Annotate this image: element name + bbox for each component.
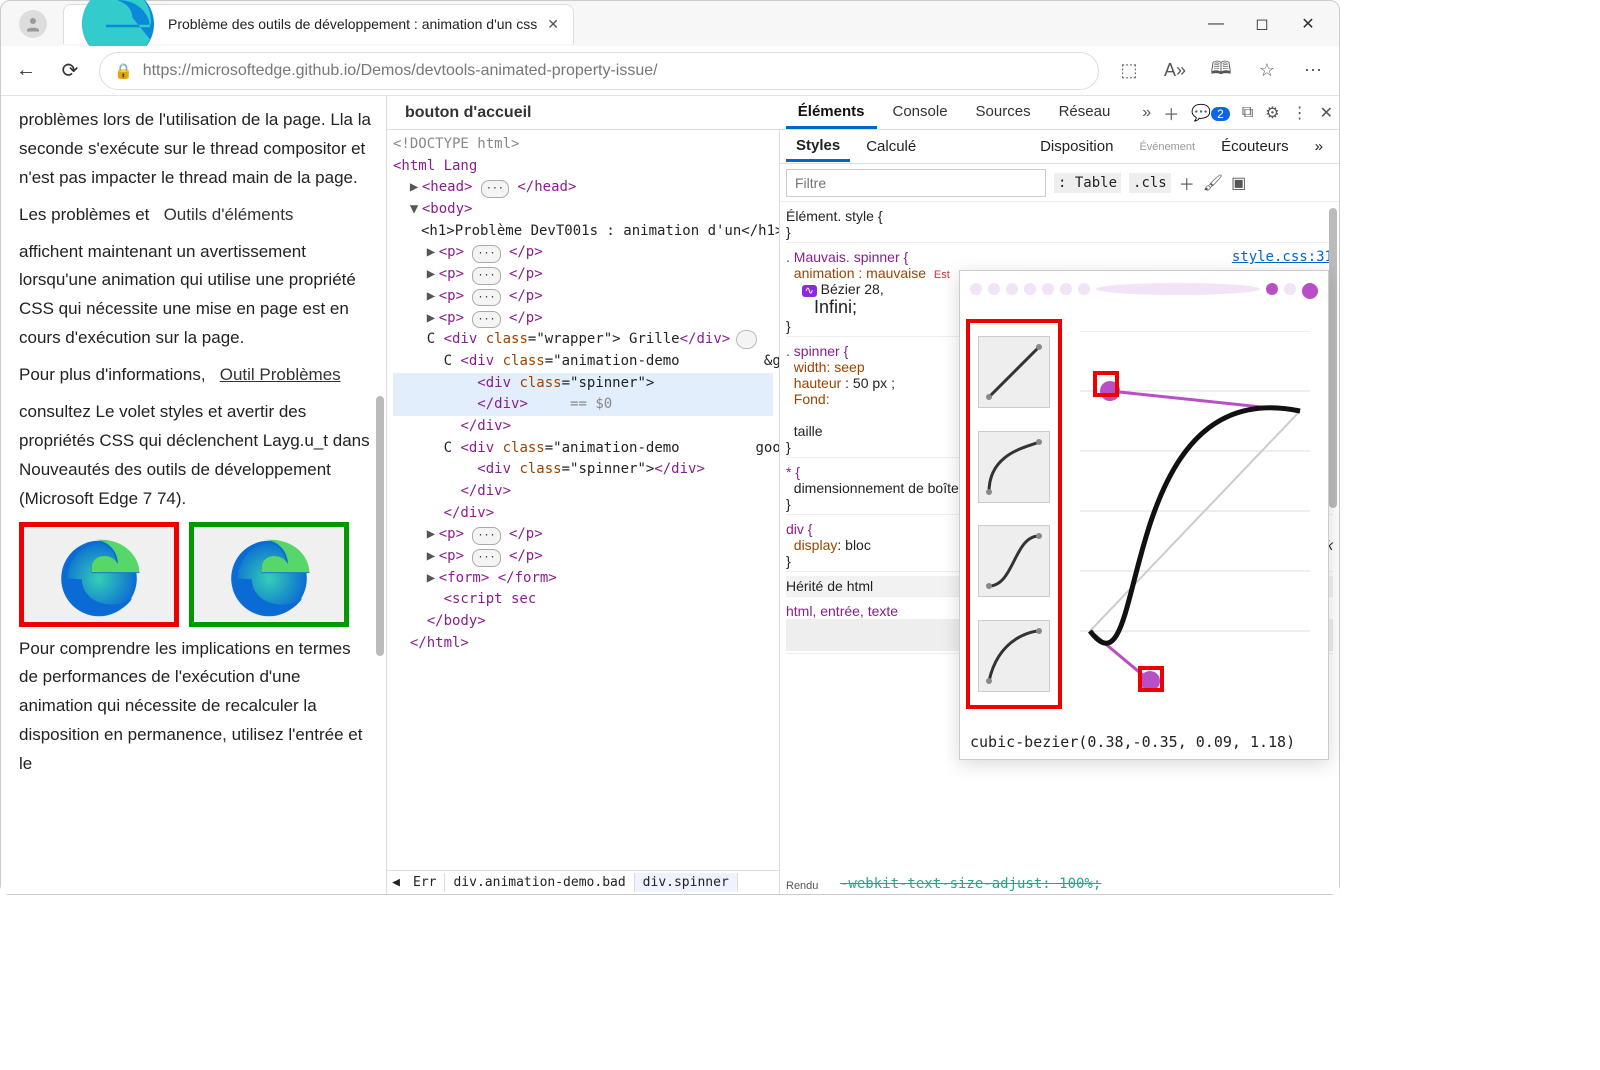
elements-tool-text: Outils d'éléments	[164, 205, 294, 224]
tab-computed[interactable]: Calculé	[856, 133, 926, 160]
refresh-button[interactable]: ⟳	[55, 58, 85, 83]
lock-icon: 🔒	[114, 62, 133, 80]
url-text: https://microsoftedge.github.io/Demos/de…	[143, 62, 658, 80]
page-scrollbar[interactable]	[376, 396, 384, 656]
page-paragraph: Pour plus d'informations, Outil Problème…	[19, 361, 374, 390]
devtools-title: bouton d'accueil	[393, 104, 543, 122]
page-content: problèmes lors de l'utilisation de la pa…	[1, 96, 386, 894]
styles-pane: Styles Calculé Disposition Événement Éco…	[779, 130, 1339, 894]
page-paragraph: problèmes lors de l'utilisation de la pa…	[19, 106, 374, 193]
tab-close-icon[interactable]: ✕	[547, 16, 559, 33]
tab-network[interactable]: Réseau	[1047, 97, 1123, 129]
tab-title: Problème des outils de développement : a…	[168, 16, 537, 32]
tab-sources[interactable]: Sources	[964, 97, 1043, 129]
page-paragraph: Pour comprendre les implications en term…	[19, 635, 374, 779]
tab-styles[interactable]: Styles	[786, 132, 850, 162]
back-button[interactable]: ←	[11, 59, 41, 82]
page-paragraph: Les problèmes et Outils d'éléments	[19, 201, 374, 230]
edge-logo-icon	[54, 529, 144, 619]
url-bar[interactable]: 🔒 https://microsoftedge.github.io/Demos/…	[99, 52, 1099, 90]
tab-elements[interactable]: Éléments	[786, 97, 877, 129]
close-devtools-icon[interactable]: ✕	[1320, 103, 1333, 123]
settings-icon[interactable]: ⚙	[1265, 103, 1279, 123]
dom-breadcrumbs[interactable]: ◀ Err div.animation-demo.bad div.spinner	[387, 870, 779, 894]
tab-listeners[interactable]: Écouteurs	[1211, 133, 1299, 160]
profile-avatar[interactable]	[19, 10, 47, 38]
bezier-preset[interactable]	[978, 620, 1050, 692]
more-tabs-icon[interactable]: »	[1305, 133, 1333, 160]
bezier-handle-highlight	[1093, 371, 1119, 397]
more-icon[interactable]: ⋯	[1297, 60, 1329, 81]
window-minimize-button[interactable]	[1193, 8, 1239, 40]
kebab-icon[interactable]: ⋮	[1292, 103, 1308, 123]
logo-green-box	[189, 522, 349, 627]
brush-icon[interactable]: 🖌	[1203, 173, 1223, 193]
bezier-handle-highlight	[1138, 666, 1164, 692]
dom-tree[interactable]: <!DOCTYPE html> <html Lang ▶<head> ··· <…	[387, 130, 779, 894]
app-icon[interactable]: ⬚	[1113, 60, 1145, 81]
issues-tool-link[interactable]: Outil Problèmes	[220, 365, 341, 384]
toggle-table[interactable]: : Table	[1054, 173, 1121, 193]
titlebar: Problème des outils de développement : a…	[1, 1, 1339, 46]
text-size-icon[interactable]: A»	[1159, 60, 1191, 81]
source-link[interactable]: style.css:31	[1232, 249, 1333, 265]
window-maximize-button[interactable]	[1239, 8, 1285, 40]
bezier-preset[interactable]	[978, 431, 1050, 503]
styles-scrollbar[interactable]	[1329, 208, 1337, 508]
bezier-preview-track	[970, 279, 1318, 309]
new-tab-icon[interactable]: ＋	[1163, 101, 1179, 125]
page-paragraph: consultez Le volet styles et avertir des…	[19, 398, 374, 514]
window-close-button[interactable]	[1285, 8, 1331, 40]
styles-filter-input[interactable]	[786, 169, 1046, 197]
more-tabs-icon[interactable]: »	[1142, 104, 1151, 122]
device-icon[interactable]: ⧉	[1242, 104, 1253, 122]
bezier-preset-group	[966, 319, 1062, 709]
browser-toolbar: ← ⟳ 🔒 https://microsoftedge.github.io/De…	[1, 46, 1339, 96]
page-paragraph: affichent maintenant un avertissement lo…	[19, 238, 374, 354]
tab-console[interactable]: Console	[881, 97, 960, 129]
devtools-panel: bouton d'accueil Éléments Console Source…	[386, 96, 1339, 894]
browser-tab[interactable]: Problème des outils de développement : a…	[63, 4, 574, 44]
bezier-preset[interactable]	[978, 336, 1050, 408]
read-aloud-icon[interactable]: 🕮	[1205, 56, 1237, 86]
bezier-editor[interactable]: cubic-bezier(0.38,-0.35, 0.09, 1.18)	[959, 270, 1329, 760]
issues-icon[interactable]: 💬2	[1191, 103, 1230, 123]
favorite-icon[interactable]: ☆	[1251, 60, 1283, 81]
edge-logo-icon	[224, 529, 314, 619]
new-style-icon[interactable]: ＋	[1179, 171, 1195, 195]
bezier-formula: cubic-bezier(0.38,-0.35, 0.09, 1.18)	[970, 733, 1295, 751]
tab-layout[interactable]: Disposition	[1030, 133, 1123, 160]
toggle-cls[interactable]: .cls	[1129, 173, 1171, 193]
tab-event[interactable]: Événement	[1129, 136, 1205, 158]
logo-red-box	[19, 522, 179, 627]
pane-dock-icon[interactable]: ▣	[1231, 173, 1246, 193]
bezier-preset[interactable]	[978, 525, 1050, 597]
